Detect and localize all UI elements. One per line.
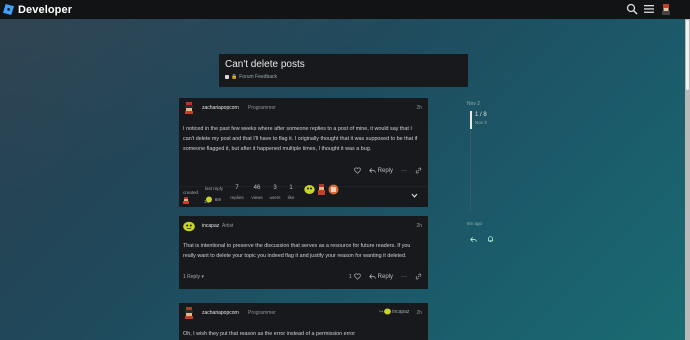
top-header: Developer bbox=[0, 0, 690, 19]
replies-count: 7 bbox=[235, 185, 239, 191]
post-user-title: Programmer bbox=[248, 310, 276, 316]
post-user-title: Programmer bbox=[248, 105, 276, 111]
more-options-icon[interactable]: ··· bbox=[401, 274, 407, 280]
participant-avatar-incapaz[interactable] bbox=[304, 184, 315, 195]
timeline-end-label[interactable]: 6m ago bbox=[467, 221, 482, 226]
last-reply-avatar bbox=[206, 196, 212, 203]
participant-avatar-zachariapopcorn[interactable] bbox=[316, 184, 327, 195]
post-body: I noticed in the past few weeks where af… bbox=[183, 126, 418, 152]
user-avatar[interactable] bbox=[660, 3, 672, 15]
link-icon[interactable] bbox=[415, 273, 422, 280]
views-label: views bbox=[251, 195, 263, 200]
topic-title-box: Can't delete posts 🔒 Forum Feedback bbox=[219, 54, 468, 87]
likes-label: like bbox=[287, 195, 295, 200]
heart-icon bbox=[353, 273, 361, 280]
replies-toggle[interactable]: 1 Reply ▾ bbox=[183, 274, 204, 280]
created-label: created bbox=[183, 190, 199, 195]
roblox-logo-icon bbox=[3, 4, 14, 15]
reply-arrow-icon bbox=[368, 168, 376, 173]
heart-icon[interactable] bbox=[353, 167, 361, 174]
post-time[interactable]: 2h bbox=[416, 223, 422, 229]
participant-avatar-3[interactable] bbox=[328, 184, 339, 195]
like-button[interactable]: 1 bbox=[349, 273, 361, 280]
timeline-current-date: Nov 3 bbox=[475, 120, 487, 125]
last-reply-time[interactable]: 6m bbox=[215, 197, 221, 202]
category-color-square bbox=[225, 75, 229, 79]
post-3: zachariapopcorn Programmer ↪ incapaz 2h … bbox=[179, 303, 428, 340]
like-count: 1 bbox=[348, 273, 352, 280]
reply-to-username: incapaz bbox=[392, 308, 410, 315]
user-avatar-zachariapopcorn[interactable] bbox=[183, 307, 195, 319]
reply-to-indicator[interactable]: ↪ incapaz bbox=[379, 308, 409, 315]
reply-label: Reply bbox=[377, 273, 393, 280]
post-time[interactable]: 2h bbox=[416, 105, 422, 111]
post-time[interactable]: 2h bbox=[416, 310, 422, 316]
scrollbar-thumb[interactable] bbox=[686, 20, 689, 90]
post-username[interactable]: zachariapopcorn bbox=[202, 310, 239, 316]
post-body: That is intentional to preserve the disc… bbox=[183, 243, 411, 259]
reply-button[interactable]: Reply bbox=[368, 273, 393, 280]
search-icon[interactable] bbox=[626, 3, 638, 15]
post-body: Oh, I wish they put that reason as the e… bbox=[183, 331, 355, 337]
users-label: users bbox=[269, 195, 281, 200]
developer-logo[interactable]: Developer bbox=[3, 4, 72, 16]
reply-to-avatar bbox=[384, 308, 392, 315]
post-username[interactable]: zachariapopcorn bbox=[202, 105, 239, 111]
hamburger-menu-icon[interactable] bbox=[643, 3, 655, 15]
lock-icon: 🔒 bbox=[231, 74, 238, 80]
more-options-icon[interactable]: ··· bbox=[401, 168, 407, 174]
timeline-start-date[interactable]: Nov 2 bbox=[467, 101, 480, 107]
replies-label: replies bbox=[230, 195, 244, 200]
user-avatar-incapaz[interactable] bbox=[183, 220, 195, 232]
created-avatar bbox=[183, 197, 189, 204]
reply-to-arrow-icon: ↪ bbox=[379, 308, 384, 315]
last-reply-label: last reply bbox=[205, 186, 224, 191]
topic-title[interactable]: Can't delete posts bbox=[225, 59, 462, 70]
reply-arrow-icon bbox=[368, 274, 376, 279]
chevron-down-icon[interactable] bbox=[411, 192, 418, 199]
post-user-title: Artist bbox=[222, 223, 234, 229]
back-arrow-icon[interactable] bbox=[470, 236, 477, 243]
likes-count: 1 bbox=[289, 185, 293, 191]
bell-icon[interactable] bbox=[487, 236, 494, 243]
user-avatar-zachariapopcorn[interactable] bbox=[183, 102, 195, 114]
timeline-handle[interactable] bbox=[470, 111, 472, 129]
brand-name: Developer bbox=[18, 3, 73, 16]
post-username[interactable]: incapaz bbox=[202, 223, 219, 229]
timeline-position: 1 / 8 bbox=[475, 112, 487, 118]
post-1: zachariapopcorn Programmer 2h I noticed … bbox=[179, 98, 428, 207]
reply-label: Reply bbox=[377, 167, 393, 174]
users-count: 3 bbox=[273, 185, 277, 191]
views-count: 46 bbox=[253, 185, 261, 191]
category-badge[interactable]: 🔒 Forum Feedback bbox=[225, 74, 462, 80]
link-icon[interactable] bbox=[415, 167, 422, 174]
category-name: Forum Feedback bbox=[239, 74, 278, 80]
reply-button[interactable]: Reply bbox=[368, 167, 393, 174]
post-2: incapaz Artist 2h That is intentional to… bbox=[179, 216, 428, 289]
